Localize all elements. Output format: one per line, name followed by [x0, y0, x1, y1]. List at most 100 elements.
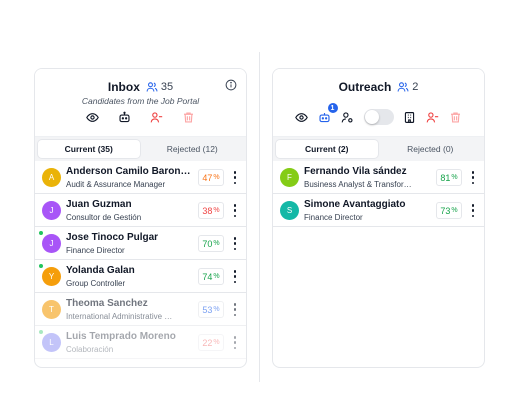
- robot-icon: [119, 111, 130, 122]
- match-score: 81%: [436, 169, 462, 186]
- view-button[interactable]: [295, 110, 309, 124]
- outreach-title: Outreach: [338, 80, 392, 94]
- candidate-name: Simone Avantaggiato: [304, 199, 406, 210]
- outreach-toolbar: 1: [273, 103, 484, 125]
- inbox-count: 35: [146, 81, 173, 93]
- candidate-name: Theoma Sanchez: [66, 298, 148, 309]
- tab-current[interactable]: Current (2): [276, 140, 378, 158]
- candidate-row[interactable]: Y Yolanda Galan Group Controller 74%: [35, 260, 246, 293]
- match-score-unit: %: [213, 207, 220, 214]
- inbox-title: Inbox: [107, 80, 140, 94]
- match-score-value: 22: [202, 337, 213, 348]
- match-score-value: 81: [440, 172, 451, 183]
- user-settings-icon: [341, 111, 353, 123]
- candidate-role: Business Analyst & Transfor…: [304, 180, 412, 189]
- candidate-role: Finance Director: [66, 246, 125, 255]
- building-icon: [404, 111, 415, 123]
- user-minus-icon: [150, 111, 163, 122]
- candidate-name: Yolanda Galan: [66, 265, 135, 276]
- match-score-value: 73: [440, 205, 451, 216]
- remove-user-button[interactable]: [150, 110, 164, 124]
- online-indicator: [38, 230, 44, 236]
- candidate-row[interactable]: T Theoma Sanchez International Administr…: [35, 293, 246, 326]
- more-options-icon[interactable]: [232, 303, 238, 316]
- candidate-name: Anderson Camilo Baron…: [66, 166, 191, 177]
- inbox-subtitle: Candidates from the Job Portal: [81, 96, 200, 106]
- eye-icon: [86, 112, 99, 122]
- column-divider: [259, 52, 260, 382]
- more-options-icon[interactable]: [232, 237, 238, 250]
- match-score-value: 74: [202, 271, 213, 282]
- match-score-value: 70: [202, 238, 213, 249]
- match-score: 73%: [436, 202, 462, 219]
- candidate-role: Group Controller: [66, 279, 126, 288]
- view-button[interactable]: [86, 110, 100, 124]
- more-options-icon[interactable]: [470, 171, 476, 184]
- users-icon: [397, 82, 409, 92]
- delete-button[interactable]: [182, 110, 196, 124]
- candidate-role: Consultor de Gestión: [66, 213, 142, 222]
- candidate-row[interactable]: S Simone Avantaggiato Finance Director 7…: [273, 194, 484, 227]
- online-indicator: [38, 263, 44, 269]
- more-options-icon[interactable]: [232, 336, 238, 349]
- more-options-icon[interactable]: [232, 204, 238, 217]
- inbox-tabs: Current (35) Rejected (12): [35, 136, 246, 161]
- inbox-header: Inbox 35 Candidates from the Job Portal: [35, 69, 246, 136]
- bot-button[interactable]: [118, 110, 132, 124]
- bot-button[interactable]: 1: [318, 103, 338, 124]
- inbox-candidate-list: A Anderson Camilo Baron… Audit & Assuran…: [35, 161, 246, 359]
- match-score: 74%: [198, 268, 224, 285]
- avatar: F: [280, 168, 299, 187]
- candidate-row[interactable]: J Juan Guzman Consultor de Gestión 38%: [35, 194, 246, 227]
- users-icon: [146, 82, 158, 92]
- user-settings-button[interactable]: [341, 110, 355, 124]
- match-score-unit: %: [213, 174, 220, 181]
- robot-icon: [319, 112, 330, 122]
- match-score-value: 47: [202, 172, 213, 183]
- more-options-icon[interactable]: [232, 270, 238, 283]
- delete-button[interactable]: [449, 110, 463, 124]
- user-minus-icon: [426, 111, 439, 122]
- more-options-icon[interactable]: [232, 171, 238, 184]
- match-score: 22%: [198, 334, 224, 351]
- trash-icon: [184, 111, 193, 123]
- match-score-unit: %: [213, 306, 220, 313]
- remove-user-button[interactable]: [426, 110, 440, 124]
- outreach-count: 2: [397, 81, 418, 93]
- match-score-unit: %: [213, 273, 220, 280]
- candidate-row[interactable]: F Fernando Vila sández Business Analyst …: [273, 161, 484, 194]
- outreach-count-value: 2: [412, 81, 419, 93]
- candidate-name: Luis Temprado Moreno: [66, 331, 176, 342]
- candidate-name: Juan Guzman: [66, 199, 132, 210]
- candidate-role: Audit & Assurance Manager: [66, 180, 166, 189]
- inbox-count-value: 35: [160, 81, 174, 93]
- info-icon[interactable]: [225, 79, 237, 91]
- company-button[interactable]: [403, 110, 417, 124]
- trash-icon: [451, 111, 460, 123]
- candidate-name: Fernando Vila sández: [304, 166, 407, 177]
- candidate-role: International Administrative …: [66, 312, 173, 321]
- avatar: A: [42, 168, 61, 187]
- avatar: L: [42, 333, 61, 352]
- tab-rejected[interactable]: Rejected (0): [380, 140, 482, 158]
- outreach-candidate-list: F Fernando Vila sández Business Analyst …: [273, 161, 484, 227]
- match-score-value: 53: [202, 304, 213, 315]
- candidate-role: Colaboración: [66, 345, 114, 354]
- avatar: T: [42, 300, 61, 319]
- match-score-unit: %: [213, 240, 220, 247]
- outreach-header: Outreach 2 1: [273, 69, 484, 136]
- more-options-icon[interactable]: [470, 204, 476, 217]
- match-score-unit: %: [213, 339, 220, 346]
- avatar: J: [42, 234, 61, 253]
- eye-icon: [295, 112, 308, 122]
- tab-current[interactable]: Current (35): [38, 140, 140, 158]
- automation-toggle[interactable]: [363, 109, 394, 125]
- avatar: Y: [42, 267, 61, 286]
- candidate-row[interactable]: A Anderson Camilo Baron… Audit & Assuran…: [35, 161, 246, 194]
- candidate-row[interactable]: J Jose Tinoco Pulgar Finance Director 70…: [35, 227, 246, 260]
- tab-rejected[interactable]: Rejected (12): [142, 140, 244, 158]
- avatar: J: [42, 201, 61, 220]
- inbox-toolbar: [35, 110, 246, 124]
- outreach-tabs: Current (2) Rejected (0): [273, 136, 484, 161]
- candidate-row[interactable]: L Luis Temprado Moreno Colaboración 22%: [35, 326, 246, 359]
